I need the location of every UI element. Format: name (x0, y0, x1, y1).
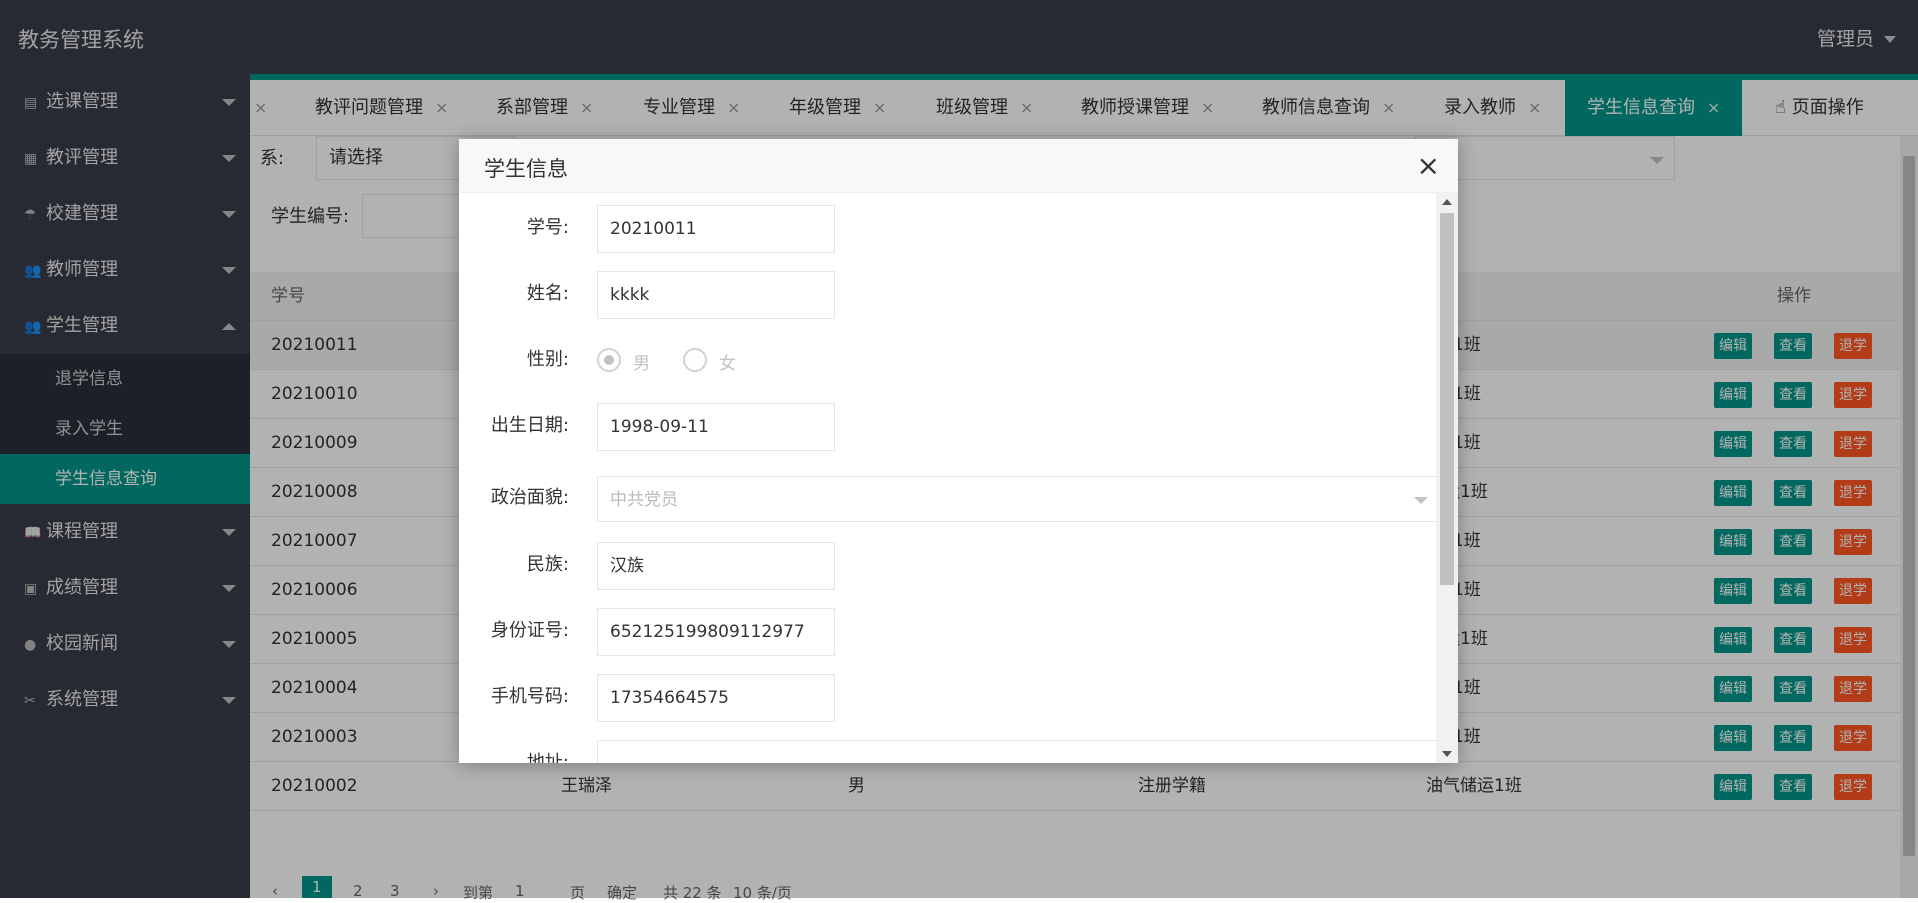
dialog-title: 学生信息 (484, 157, 568, 181)
name-label: 姓名: (526, 283, 569, 304)
idcard-input[interactable]: 652125199809112977 (597, 608, 835, 656)
politics-label: 政治面貌: (490, 487, 569, 508)
scroll-up-icon[interactable] (1442, 199, 1452, 205)
name-input[interactable]: kkkk (597, 271, 835, 319)
student-info-dialog: 学生信息 × 学号: 20210011 姓名: kkkk 性别: 男 女 出生日… (459, 139, 1458, 763)
gender-male-label[interactable]: 男 (633, 349, 650, 374)
gender-female-radio[interactable] (683, 348, 707, 372)
dialog-header: 学生信息 × (459, 139, 1458, 193)
close-icon[interactable]: × (1417, 149, 1440, 182)
phone-label: 手机号码: (490, 686, 569, 707)
birth-label: 出生日期: (490, 415, 569, 436)
ethnic-label: 民族: (526, 554, 569, 575)
birth-date-input[interactable]: 1998-09-11 (597, 403, 835, 451)
dialog-body: 学号: 20210011 姓名: kkkk 性别: 男 女 出生日期: 1998… (459, 193, 1458, 763)
scrollbar-thumb[interactable] (1440, 213, 1454, 585)
idcard-label: 身份证号: (490, 620, 569, 641)
address-label: 地址: (526, 752, 569, 763)
ethnic-input[interactable]: 汉族 (597, 542, 835, 590)
scroll-down-icon[interactable] (1442, 751, 1452, 757)
sid-input[interactable]: 20210011 (597, 205, 835, 253)
politics-select[interactable]: 中共党员 (597, 476, 1439, 522)
mouse-pointer-icon (1403, 194, 1415, 212)
radio-dot (604, 355, 614, 365)
chevron-down-icon (1414, 497, 1428, 504)
phone-input[interactable]: 17354664575 (597, 674, 835, 722)
gender-male-radio[interactable] (597, 348, 621, 372)
address-input[interactable] (597, 740, 1439, 763)
sid-label: 学号: (526, 217, 569, 238)
gender-label: 性别: (526, 349, 569, 370)
dialog-scrollbar[interactable] (1436, 193, 1458, 763)
gender-female-label[interactable]: 女 (719, 349, 736, 374)
